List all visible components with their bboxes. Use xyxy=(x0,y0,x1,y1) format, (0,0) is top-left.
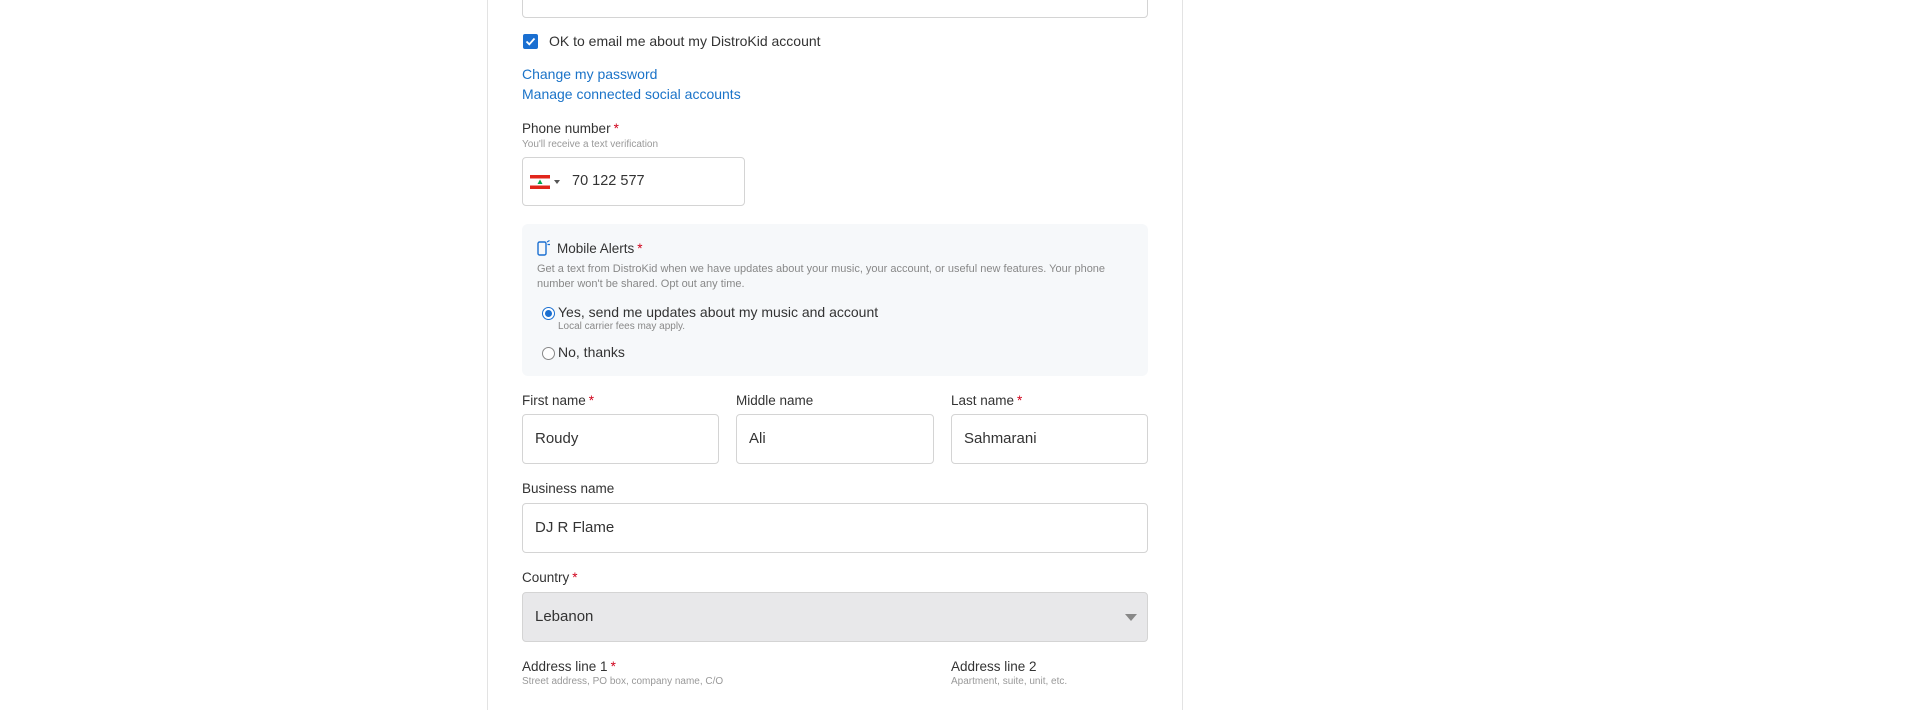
country-select[interactable]: Lebanon xyxy=(522,592,1148,642)
mobile-alert-icon xyxy=(537,240,550,256)
lebanon-flag-icon xyxy=(530,175,550,189)
country-value: Lebanon xyxy=(535,608,594,625)
phone-input[interactable]: 70 122 577 xyxy=(522,157,745,206)
middle-name-label: Middle name xyxy=(736,393,814,408)
country-label: Country * xyxy=(522,570,578,585)
business-name-input[interactable]: DJ R Flame xyxy=(522,503,1148,553)
middle-name-input[interactable]: Ali xyxy=(736,414,934,464)
last-name-label: Last name * xyxy=(951,393,1023,408)
alerts-yes-label[interactable]: Yes, send me updates about my music and … xyxy=(558,304,878,320)
phone-hint: You'll receive a text verification xyxy=(522,139,659,150)
address-line2-label: Address line 2 xyxy=(951,659,1037,674)
check-icon xyxy=(525,37,536,46)
caret-down-icon xyxy=(554,180,560,184)
alerts-no-radio[interactable] xyxy=(542,347,555,360)
email-input[interactable] xyxy=(522,0,1148,18)
ok-to-email-label: OK to email me about my DistroKid accoun… xyxy=(549,33,821,49)
alerts-yes-sublabel: Local carrier fees may apply. xyxy=(558,321,686,332)
first-name-input[interactable]: Roudy xyxy=(522,414,719,464)
manage-social-accounts-link[interactable]: Manage connected social accounts xyxy=(522,86,741,102)
phone-value: 70 122 577 xyxy=(572,173,645,189)
address-line1-label: Address line 1 * xyxy=(522,659,616,674)
first-name-label: First name * xyxy=(522,393,595,408)
last-name-input[interactable]: Sahmarani xyxy=(951,414,1148,464)
ok-to-email-checkbox[interactable] xyxy=(523,34,538,49)
alerts-yes-radio[interactable] xyxy=(542,307,555,320)
business-name-label: Business name xyxy=(522,481,615,496)
address-line2-hint: Apartment, suite, unit, etc. xyxy=(951,676,1068,687)
mobile-alerts-description: Get a text from DistroKid when we have u… xyxy=(537,263,1106,290)
alerts-no-label[interactable]: No, thanks xyxy=(558,344,625,360)
phone-label: Phone number * xyxy=(522,121,619,136)
country-code-selector[interactable] xyxy=(530,174,560,190)
address-line1-hint: Street address, PO box, company name, C/… xyxy=(522,676,724,687)
change-password-link[interactable]: Change my password xyxy=(522,66,657,82)
chevron-down-icon xyxy=(1125,614,1137,621)
mobile-alerts-title: Mobile Alerts * xyxy=(557,241,643,256)
